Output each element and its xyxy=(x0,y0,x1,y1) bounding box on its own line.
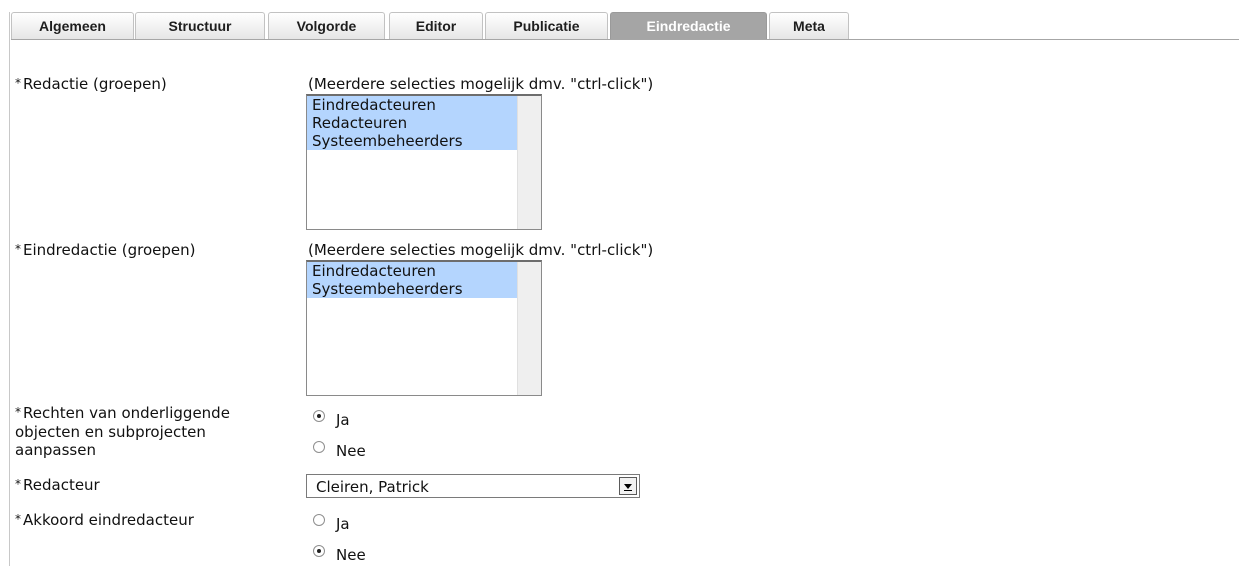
redactie-hint: (Meerdere selecties mogelijk dmv. "ctrl-… xyxy=(308,75,654,93)
eindredactie-hint: (Meerdere selecties mogelijk dmv. "ctrl-… xyxy=(308,241,654,259)
chevron-down-icon[interactable] xyxy=(619,477,637,495)
tab-algemeen[interactable]: Algemeen xyxy=(11,12,134,39)
redactie-label: * Redactie (groepen) xyxy=(15,75,167,93)
tab-bar-divider xyxy=(11,39,1239,40)
tab-bar: Algemeen Structuur Volgorde Editor Publi… xyxy=(11,12,1239,40)
tab-structuur[interactable]: Structuur xyxy=(135,12,265,39)
rechten-nee-option[interactable]: Nee xyxy=(313,441,366,461)
list-option[interactable]: Systeembeheerders xyxy=(307,280,517,298)
radio-nee[interactable] xyxy=(313,441,325,453)
listbox-scrollbar[interactable] xyxy=(517,96,541,229)
eindredactie-label: * Eindredactie (groepen) xyxy=(15,241,196,259)
rechten-label: * Rechten van onderliggende objecten en s… xyxy=(15,404,230,459)
required-marker: * xyxy=(15,76,21,90)
required-marker: * xyxy=(15,405,21,419)
tab-volgorde[interactable]: Volgorde xyxy=(268,12,385,39)
tab-editor[interactable]: Editor xyxy=(389,12,483,39)
redacteur-label: * Redacteur xyxy=(15,476,100,494)
list-option[interactable]: Eindredacteuren xyxy=(307,262,517,280)
radio-ja[interactable] xyxy=(313,514,325,526)
redactie-groups-listbox[interactable]: Eindredacteuren Redacteuren Systeembehee… xyxy=(306,94,542,230)
required-marker: * xyxy=(15,477,21,491)
eindredactie-groups-listbox[interactable]: Eindredacteuren Systeembeheerders xyxy=(306,260,542,396)
required-marker: * xyxy=(15,512,21,526)
redacteur-select[interactable]: Cleiren, Patrick xyxy=(306,474,640,498)
radio-ja-checked[interactable] xyxy=(313,410,325,422)
tab-meta[interactable]: Meta xyxy=(769,12,849,39)
required-marker: * xyxy=(15,242,21,256)
redacteur-selected-value: Cleiren, Patrick xyxy=(316,478,429,496)
akkoord-ja-option[interactable]: Ja xyxy=(313,514,350,534)
listbox-scrollbar[interactable] xyxy=(517,262,541,395)
rechten-ja-option[interactable]: Ja xyxy=(313,410,350,430)
list-option[interactable]: Eindredacteuren xyxy=(307,96,517,114)
list-option[interactable]: Redacteuren xyxy=(307,114,517,132)
tab-publicatie[interactable]: Publicatie xyxy=(485,12,608,39)
radio-nee-checked[interactable] xyxy=(313,545,325,557)
list-option[interactable]: Systeembeheerders xyxy=(307,132,517,150)
akkoord-label: * Akkoord eindredacteur xyxy=(15,511,194,529)
left-border xyxy=(9,12,10,566)
akkoord-nee-option[interactable]: Nee xyxy=(313,545,366,565)
tab-eindredactie[interactable]: Eindredactie xyxy=(610,12,767,39)
